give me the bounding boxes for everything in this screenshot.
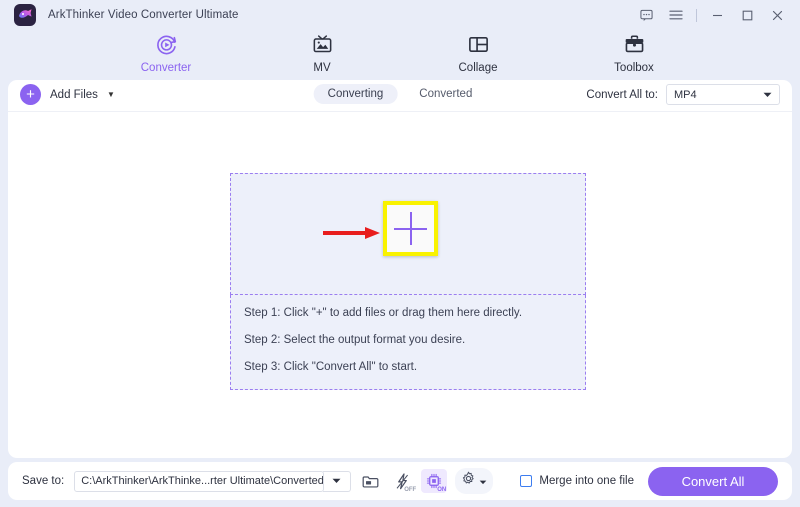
app-window: ArkThinker Video Converter Ultimate Conv… [0,0,800,507]
title-bar: ArkThinker Video Converter Ultimate [0,0,800,30]
step-3: Step 3: Click "Convert All" to start. [244,361,418,373]
save-to-label: Save to: [22,475,65,487]
feedback-icon[interactable] [631,0,661,30]
tab-converter[interactable]: Converter [119,28,213,74]
converter-icon [155,31,178,57]
merge-into-one-file-option[interactable]: Merge into one file [520,475,634,487]
output-format-value: MP4 [674,88,697,101]
add-files-label: Add Files [50,88,98,101]
close-icon[interactable] [762,0,792,30]
step-1: Step 1: Click "+" to add files or drag t… [244,307,523,319]
minimize-icon[interactable] [702,0,732,30]
bottom-bar: Save to: C:\ArkThinker\ArkThinke...rter … [8,462,792,500]
annotation-red-arrow-icon [323,226,381,240]
lightning-bolt-icon[interactable]: OFF [389,469,417,493]
settings-chevron-down-icon [479,472,487,490]
output-format-select[interactable]: MP4 [666,84,780,105]
toolbox-icon [623,31,646,57]
merge-checkbox[interactable] [520,475,533,487]
tab-converter-label: Converter [140,62,192,74]
menu-icon[interactable] [661,0,691,30]
window-controls [631,0,792,30]
convert-all-button[interactable]: Convert All [648,466,778,496]
main-navigation: Converter MV Collage Toolbox [0,28,800,80]
save-path-input[interactable]: C:\ArkThinker\ArkThinke...rter Ultimate\… [74,470,325,492]
add-plus-icon: + [20,84,41,105]
add-file-plus-target[interactable] [383,201,438,256]
main-panel: + Add Files ▼ Converting Converted Conve… [8,80,792,458]
app-logo-icon [14,4,36,26]
panel-toolbar: + Add Files ▼ Converting Converted Conve… [8,80,792,112]
plus-horizontal-stroke [394,227,427,230]
convert-all-to-group: Convert All to: MP4 [586,84,780,105]
controls-divider [696,8,697,22]
collage-icon [467,31,490,57]
app-title: ArkThinker Video Converter Ultimate [48,9,239,21]
folder-icon[interactable] [357,469,383,493]
merge-label: Merge into one file [539,475,634,487]
tab-toolbox[interactable]: Toolbox [587,28,681,74]
save-path-chevron-down-icon[interactable] [323,470,352,492]
tab-mv-label: MV [313,62,331,74]
segment-converting[interactable]: Converting [313,84,398,104]
instruction-steps: Step 1: Click "+" to add files or drag t… [244,307,522,373]
tab-collage-label: Collage [458,62,498,74]
tab-toolbox-label: Toolbox [614,62,654,74]
file-drop-zone[interactable]: Step 1: Click "+" to add files or drag t… [230,173,586,390]
settings-button[interactable] [455,468,494,494]
mv-icon [311,31,334,57]
tab-collage[interactable]: Collage [431,28,525,74]
gpu-state-badge: ON [437,487,447,493]
gpu-chip-icon[interactable]: ON [421,469,448,493]
status-segments: Converting Converted [313,84,487,104]
convert-all-to-label: Convert All to: [586,88,658,101]
segment-converted[interactable]: Converted [405,84,486,104]
step-2: Step 2: Select the output format you des… [244,334,466,346]
format-chevron-down-icon [763,89,772,101]
add-files-chevron-down-icon[interactable]: ▼ [107,90,115,99]
gear-icon [461,471,476,491]
add-files-button[interactable]: + Add Files ▼ [20,84,115,105]
maximize-icon[interactable] [732,0,762,30]
tab-mv[interactable]: MV [275,28,369,74]
hw-accel-state-badge: OFF [404,487,417,493]
